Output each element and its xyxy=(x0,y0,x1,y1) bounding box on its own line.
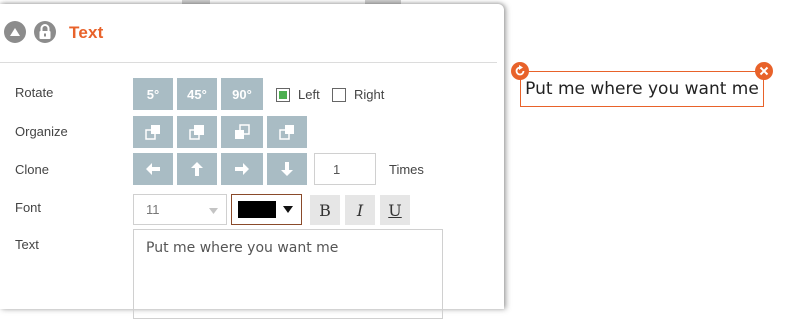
clone-left-button[interactable] xyxy=(133,153,173,185)
color-dropdown-icon xyxy=(283,206,293,213)
bring-forward-icon xyxy=(189,125,204,140)
rotate-90-button[interactable]: 90° xyxy=(221,78,263,110)
chevron-down-icon xyxy=(209,208,218,214)
rotate-left-label: Left xyxy=(298,87,320,102)
rotate-45-button[interactable]: 45° xyxy=(177,78,217,110)
font-label: Font xyxy=(15,200,42,215)
arrow-down-icon xyxy=(281,162,293,176)
clone-count-input[interactable]: 1 xyxy=(314,153,376,185)
bold-button[interactable]: B xyxy=(310,195,340,225)
rotate-handle-icon[interactable] xyxy=(511,62,529,80)
font-color-swatch xyxy=(238,201,276,218)
clone-label: Clone xyxy=(15,162,49,177)
bring-to-front-button[interactable] xyxy=(133,116,173,148)
clone-right-button[interactable] xyxy=(221,153,263,185)
panel-title: Text xyxy=(69,23,104,42)
times-label: Times xyxy=(389,162,424,177)
arrow-right-icon xyxy=(235,163,249,175)
canvas-text-element[interactable]: Put me where you want me xyxy=(520,71,764,107)
rotate-5-button[interactable]: 5° xyxy=(133,78,173,110)
font-size-select[interactable]: 11 xyxy=(133,194,227,225)
delete-handle-icon[interactable] xyxy=(755,62,773,80)
organize-label: Organize xyxy=(15,124,68,139)
bring-forward-button[interactable] xyxy=(177,116,217,148)
rotate-right-label: Right xyxy=(354,87,385,102)
panel-header: Text xyxy=(0,4,497,63)
send-to-back-button[interactable] xyxy=(267,116,307,148)
rotate-label: Rotate xyxy=(15,85,54,100)
rotate-left-checkbox[interactable] xyxy=(276,88,290,102)
send-backward-button[interactable] xyxy=(221,116,263,148)
text-input[interactable]: Put me where you want me xyxy=(133,229,443,319)
send-backward-icon xyxy=(235,124,250,139)
font-size-value: 11 xyxy=(146,202,160,217)
clone-down-button[interactable] xyxy=(267,153,307,185)
arrow-left-icon xyxy=(146,163,160,175)
italic-button[interactable]: I xyxy=(345,195,375,225)
rotate-right-checkbox[interactable] xyxy=(332,88,346,102)
lock-icon[interactable] xyxy=(34,21,56,43)
clone-up-button[interactable] xyxy=(177,153,217,185)
collapse-up-icon[interactable] xyxy=(4,21,26,43)
arrow-up-icon xyxy=(191,162,203,176)
text-label: Text xyxy=(15,237,39,252)
underline-button[interactable]: U xyxy=(380,195,410,225)
bring-to-front-icon xyxy=(145,125,160,140)
text-properties-panel: Text Rotate 5° 45° 90° Left Right Organi… xyxy=(0,4,504,319)
font-color-picker[interactable] xyxy=(231,194,302,225)
send-to-back-icon xyxy=(279,125,294,140)
